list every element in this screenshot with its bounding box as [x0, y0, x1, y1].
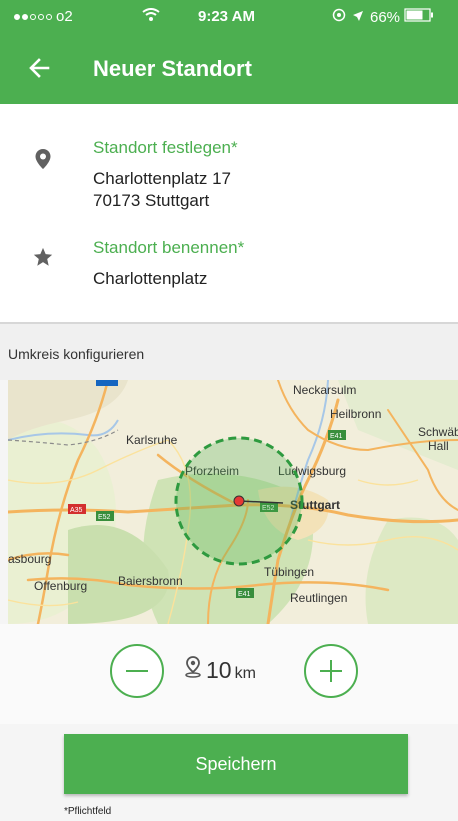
location-marker [233, 495, 245, 507]
map-label-strasbourg: asbourg [8, 552, 51, 566]
map-label-baiersbronn: Baiersbronn [118, 574, 183, 588]
page-title: Neuer Standort [93, 56, 252, 81]
star-icon [32, 246, 54, 268]
name-label: Standort benennen* [93, 238, 245, 257]
carrier-name: o2 [56, 8, 73, 25]
radius-section-title: Umkreis konfigurieren [8, 346, 145, 362]
battery-icon [404, 8, 434, 26]
map-label-heilbronn: Heilbronn [330, 407, 381, 421]
signal-carrier: o2 [14, 8, 73, 25]
location-lock-icon [332, 8, 346, 26]
map-label-hall: Hall [428, 439, 449, 453]
map-label-offenburg: Offenburg [34, 579, 87, 593]
name-value: Charlottenplatz [93, 269, 208, 288]
map-label-schwaebisch: Schwäbisc [418, 425, 458, 439]
map-view[interactable]: A35 E52 E52 E41 E41 Neckarsulm Heilbronn… [8, 380, 458, 624]
status-time: 9:23 AM [198, 8, 255, 25]
road-label-e41-north: E41 [330, 433, 343, 440]
radius-section-header: Umkreis konfigurieren [0, 324, 458, 380]
location-label: Standort festlegen* [93, 138, 238, 157]
map-pin-icon [32, 148, 54, 170]
map-label-tuebingen: Tübingen [264, 565, 314, 579]
app-bar: Neuer Standort [0, 34, 458, 104]
road-label-a35: A35 [70, 507, 83, 514]
plus-circle-icon[interactable] [304, 644, 358, 698]
minus-circle-icon[interactable] [110, 644, 164, 698]
location-card: Standort festlegen* Charlottenplatz 17 7… [0, 104, 458, 324]
radius-controls: 10 km [0, 624, 458, 724]
battery-percent: 66% [370, 8, 401, 26]
status-bar: o2 9:23 AM 66% [0, 0, 458, 34]
map-label-neckarsulm: Neckarsulm [293, 383, 356, 397]
wifi-icon [142, 8, 160, 22]
location-street: Charlottenplatz 17 [93, 169, 231, 188]
signal-dots [14, 13, 52, 20]
radius-unit: km [234, 665, 256, 682]
location-arrow-icon [352, 9, 364, 26]
road-label-e52-west: E52 [98, 514, 111, 521]
required-footnote: *Pflichtfeld [64, 806, 112, 817]
status-right: 66% [332, 8, 434, 26]
map-label-reutlingen: Reutlingen [290, 591, 347, 605]
location-person-icon [184, 656, 202, 683]
save-button[interactable]: Speichern [64, 734, 408, 794]
radius-display: 10 km [184, 656, 256, 684]
arrow-left-icon[interactable] [26, 54, 54, 82]
radius-value: 10 [206, 657, 232, 683]
map-label-karlsruhe: Karlsruhe [126, 433, 178, 447]
location-city: 70173 Stuttgart [93, 191, 210, 210]
road-label-e41-south: E41 [238, 591, 251, 598]
